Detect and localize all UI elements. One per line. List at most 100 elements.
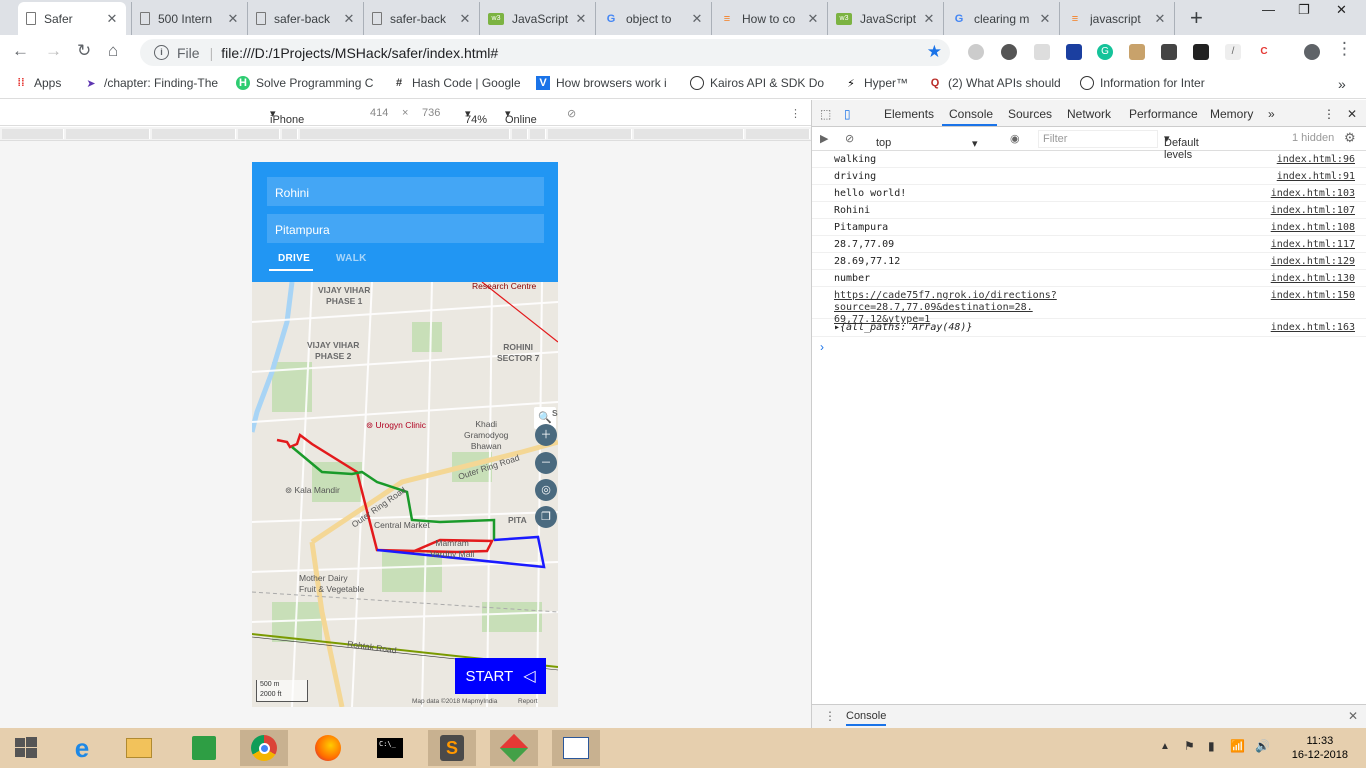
clear-console-icon[interactable]: ⊘ xyxy=(845,132,854,145)
bookmark-apps[interactable]: ⁞⁞ Apps xyxy=(14,76,61,90)
extension-icon[interactable] xyxy=(1034,44,1050,60)
network-icon[interactable]: 📶 xyxy=(1230,739,1245,753)
ruler-segment[interactable] xyxy=(66,129,150,139)
zoom-out-icon[interactable]: － xyxy=(535,452,557,474)
bookmark-solve-programming[interactable]: H Solve Programming C xyxy=(236,76,373,90)
tab-how-to-co[interactable]: ≡ How to co ✕ xyxy=(711,2,827,35)
extension-icon[interactable] xyxy=(968,44,984,60)
document-viewer-icon[interactable] xyxy=(552,730,600,766)
sidebar-toggle-icon[interactable]: ▶ xyxy=(820,132,828,145)
network-select[interactable]: Online ▾ xyxy=(505,107,537,126)
tab-console[interactable]: Console xyxy=(949,107,993,121)
ruler-segment[interactable] xyxy=(282,129,298,139)
log-source-link[interactable]: index.html:163 xyxy=(1271,322,1355,333)
ruler-segment[interactable] xyxy=(2,129,64,139)
info-icon[interactable]: i xyxy=(154,45,169,60)
sublime-icon[interactable]: S xyxy=(428,730,476,766)
volume-icon[interactable]: 🔊 xyxy=(1255,739,1270,753)
tab-sources[interactable]: Sources xyxy=(1008,107,1052,121)
extension-icon[interactable] xyxy=(1066,44,1082,60)
filter-input[interactable]: Filter xyxy=(1038,130,1158,148)
rotate-icon[interactable]: ⊘ xyxy=(567,107,576,120)
close-icon[interactable]: ✕ xyxy=(573,11,589,27)
layers-icon[interactable]: ❐ xyxy=(535,506,557,528)
eye-icon[interactable]: ◉ xyxy=(1010,132,1020,145)
devtools-close-icon[interactable]: ✕ xyxy=(1347,107,1357,121)
devtools-menu-icon[interactable]: ⋮ xyxy=(1323,107,1335,121)
close-icon[interactable]: ✕ xyxy=(341,11,357,27)
levels-select[interactable]: Default levels ▾ xyxy=(1164,132,1199,161)
ruler-segment[interactable] xyxy=(512,129,528,139)
bookmark-hash-code[interactable]: # Hash Code | Google xyxy=(392,76,521,90)
minimize-button[interactable]: — xyxy=(1262,2,1275,17)
menu-icon[interactable]: ⋮ xyxy=(1336,39,1353,59)
chrome-icon[interactable] xyxy=(240,730,288,766)
drawer-menu-icon[interactable]: ⋮ xyxy=(824,709,836,723)
internet-explorer-icon[interactable]: e xyxy=(58,730,106,766)
extension-icon[interactable]: C xyxy=(1256,44,1272,60)
clock[interactable]: 11:33 16-12-2018 xyxy=(1292,734,1348,762)
extension-icon[interactable] xyxy=(1001,44,1017,60)
back-arrow-icon[interactable]: ← xyxy=(12,41,29,61)
grammarly-icon[interactable]: G xyxy=(1097,44,1113,60)
tab-javascript-w3-2[interactable]: w3 JavaScript ✕ xyxy=(827,2,943,35)
ruler-segment[interactable] xyxy=(152,129,236,139)
close-icon[interactable]: ✕ xyxy=(921,11,937,27)
bookmark-hyper[interactable]: ⚡ Hyper™ xyxy=(844,76,908,90)
log-object[interactable]: ▸{all_paths: Array(48)} xyxy=(834,322,972,334)
close-icon[interactable]: ✕ xyxy=(104,11,120,27)
tab-network[interactable]: Network xyxy=(1067,107,1111,121)
bookmark-how-browsers-work[interactable]: V How browsers work i xyxy=(536,76,667,90)
firefox-icon[interactable] xyxy=(304,730,352,766)
store-icon[interactable] xyxy=(180,730,228,766)
new-tab-button[interactable]: + xyxy=(1190,5,1203,31)
ruler-segment[interactable] xyxy=(238,129,280,139)
close-icon[interactable]: ✕ xyxy=(805,11,821,27)
tab-safer-back-1[interactable]: safer-back ✕ xyxy=(247,2,363,35)
ruler-segment[interactable] xyxy=(300,129,510,139)
bookmark-chapter[interactable]: ➤ /chapter: Finding-The xyxy=(84,76,218,90)
source-input[interactable]: Rohini xyxy=(267,177,544,206)
locate-icon[interactable]: ◎ xyxy=(535,479,557,501)
profile-icon[interactable] xyxy=(1304,44,1320,60)
extension-icon[interactable]: / xyxy=(1225,44,1241,60)
git-icon[interactable] xyxy=(490,730,538,766)
battery-icon[interactable]: ▮ xyxy=(1208,739,1215,753)
extension-icon[interactable] xyxy=(1161,44,1177,60)
tab-drive[interactable]: DRIVE xyxy=(278,253,310,264)
ruler-segment[interactable] xyxy=(548,129,632,139)
close-icon[interactable]: ✕ xyxy=(1037,11,1053,27)
extension-icon[interactable] xyxy=(1129,44,1145,60)
show-hidden-icons[interactable]: ▲ xyxy=(1160,741,1170,752)
map-view[interactable]: 🔍 Research Centre VIJAY VIHAR PHASE 1 VI… xyxy=(252,281,558,707)
extension-icon[interactable] xyxy=(1193,44,1209,60)
inspect-icon[interactable]: ⬚ xyxy=(820,107,831,121)
close-icon[interactable]: ✕ xyxy=(1152,11,1168,27)
tab-javascript-so[interactable]: ≡ javascript ✕ xyxy=(1059,2,1175,35)
cmd-icon[interactable]: C:\_ xyxy=(366,730,414,766)
url-text[interactable]: file:///D:/1Projects/MSHack/safer/index.… xyxy=(221,45,498,61)
tab-safer[interactable]: Safer ✕ xyxy=(18,2,126,35)
log-source-link[interactable]: index.html:108 xyxy=(1271,222,1355,233)
tab-elements[interactable]: Elements xyxy=(884,107,934,121)
device-mode-icon[interactable]: ▯ xyxy=(844,107,851,121)
address-bar[interactable]: i File | file:///D:/1Projects/MSHack/saf… xyxy=(140,39,950,66)
tab-memory[interactable]: Memory xyxy=(1210,107,1253,121)
home-icon[interactable]: ⌂ xyxy=(108,41,118,61)
restore-button[interactable]: ❐ xyxy=(1298,2,1310,18)
device-height[interactable]: 736 xyxy=(422,107,440,119)
log-source-link[interactable]: index.html:129 xyxy=(1271,256,1355,267)
log-source-link[interactable]: index.html:91 xyxy=(1277,171,1355,182)
bookmarks-overflow-icon[interactable]: » xyxy=(1338,76,1346,92)
tab-walk[interactable]: WALK xyxy=(336,253,367,264)
star-icon[interactable]: ★ xyxy=(927,42,942,62)
log-source-link[interactable]: index.html:103 xyxy=(1271,188,1355,199)
ruler-segment[interactable] xyxy=(634,129,744,139)
device-select[interactable]: iPhone 6/7/... ▾ xyxy=(270,107,304,138)
more-icon[interactable]: ⋮ xyxy=(790,107,801,120)
log-source-link[interactable]: index.html:117 xyxy=(1271,239,1355,250)
zoom-in-icon[interactable]: ＋ xyxy=(535,424,557,446)
bookmark-information[interactable]: Information for Inter xyxy=(1080,76,1205,90)
zoom-select[interactable]: 74% ▾ xyxy=(465,107,487,126)
console-prompt[interactable]: › xyxy=(820,340,824,354)
